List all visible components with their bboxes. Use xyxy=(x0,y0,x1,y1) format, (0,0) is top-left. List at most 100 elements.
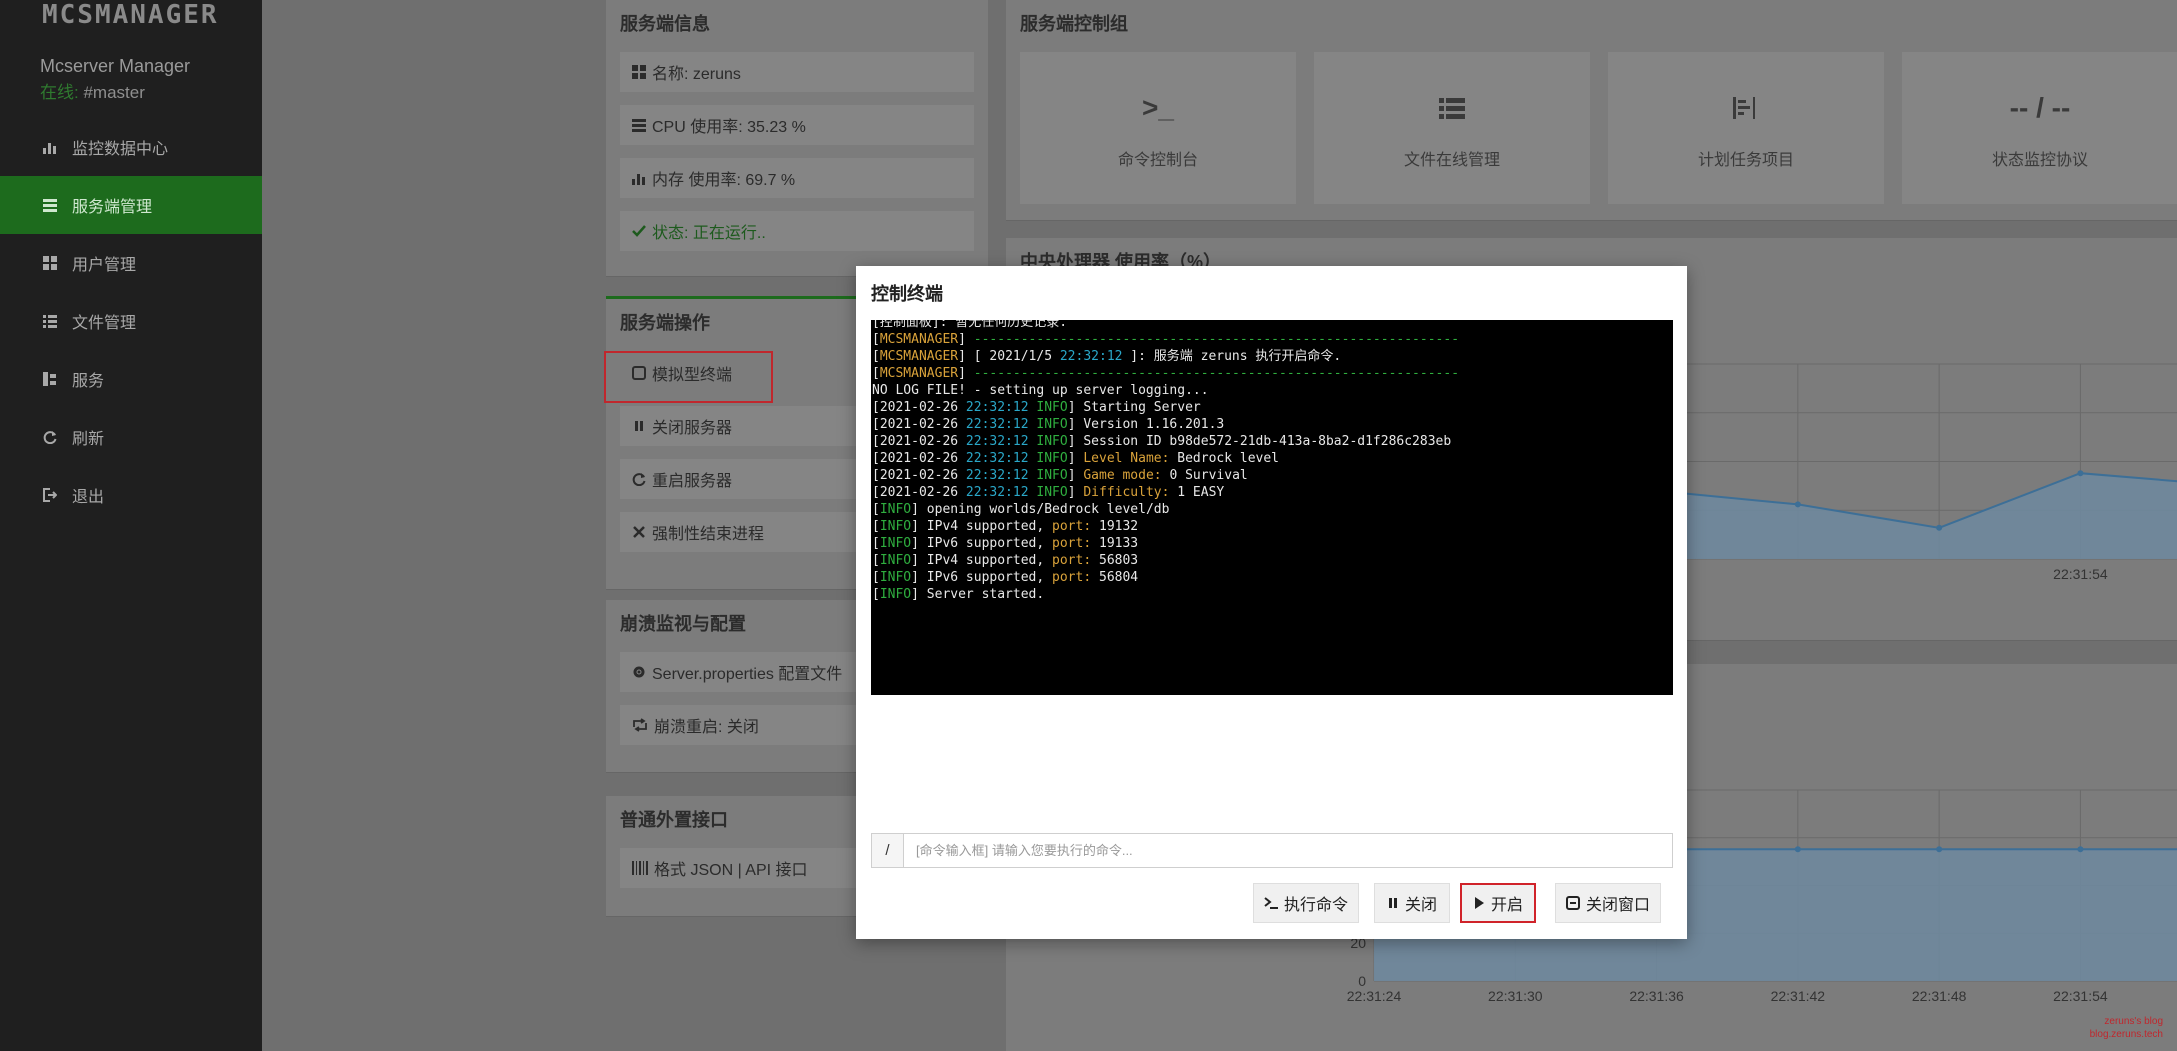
sidebar-item-users[interactable]: 用户管理 xyxy=(0,234,262,292)
sidebar-item-server-manage[interactable]: 服务端管理 xyxy=(0,176,262,234)
sidebar-item-logout[interactable]: 退出 xyxy=(0,466,262,524)
server-state: 状态: 正在运行.. xyxy=(652,225,766,242)
brand-name: Mcserver Manager xyxy=(40,56,191,76)
history-text: [控制面板]: 暂无任何历史记录. xyxy=(872,320,1068,330)
cpu-usage-row: CPU 使用率: 35.23 % xyxy=(620,105,974,145)
time: 22:32:12 xyxy=(965,417,1029,432)
key: Level Name: xyxy=(1083,451,1170,466)
online-value: #master xyxy=(83,83,145,102)
info: INFO xyxy=(1036,468,1068,483)
sidebar-item-services[interactable]: 服务 xyxy=(0,350,262,408)
sidebar-item-monitor[interactable]: 监控数据中心 xyxy=(0,118,262,176)
kill-process-label: 强制性结束进程 xyxy=(652,526,765,543)
command-bar: / xyxy=(871,833,1673,868)
y-tick-label: 0 xyxy=(1358,973,1366,989)
close-window-button[interactable]: 关闭窗口 xyxy=(1555,883,1661,923)
play-icon xyxy=(1473,896,1485,910)
time: 22:32:12 xyxy=(965,434,1029,449)
sidebar-item-label: 监控数据中心 xyxy=(72,141,169,158)
text: 1 EASY xyxy=(1169,485,1225,500)
stop-label: 关闭 xyxy=(1404,897,1437,914)
info: INFO xyxy=(1036,400,1068,415)
server-properties-label: Server.properties 配置文件 xyxy=(652,666,843,683)
exec-command-button[interactable]: 执行命令 xyxy=(1253,883,1359,923)
key: port: xyxy=(1052,536,1092,551)
terminal-line: [2021-02-26 22:32:12 INFO] Session ID b9… xyxy=(872,433,1672,450)
online-status: 在线: #master xyxy=(40,78,145,103)
grid-icon xyxy=(632,65,646,79)
text: ] Version 1.16.201.3 xyxy=(1067,417,1225,432)
key: port: xyxy=(1052,553,1092,568)
list-icon xyxy=(40,314,60,328)
control-group-title: 服务端控制组 xyxy=(1020,14,1128,34)
schedule-label: 计划任务项目 xyxy=(1697,152,1794,169)
server-name-row: 名称: zeruns xyxy=(620,52,974,92)
mcs-tag: MCSMANAGER xyxy=(879,349,959,364)
terminal-line: [INFO] Server started. xyxy=(872,587,1045,602)
text: ] Starting Server xyxy=(1067,400,1201,415)
info: INFO xyxy=(879,570,912,585)
x-tick-label: 22:31:42 xyxy=(1771,988,1826,1004)
terminal-icon xyxy=(1264,896,1278,910)
date: [2021-02-26 xyxy=(872,485,966,500)
terminal-output[interactable]: [控制面板]: 暂无任何历史记录. [MCSMANAGER] ---------… xyxy=(871,320,1673,695)
time: 22:32:12 xyxy=(1059,349,1123,364)
terminal-line: [INFO] IPv6 supported, port: 19133 xyxy=(872,536,1139,551)
text: ] opening worlds/Bedrock level/db xyxy=(911,502,1170,517)
info: INFO xyxy=(879,502,912,517)
key: Difficulty: xyxy=(1083,485,1170,500)
key: port: xyxy=(1052,519,1092,534)
info: INFO xyxy=(1036,485,1068,500)
data-point xyxy=(1936,846,1943,853)
command-input[interactable] xyxy=(904,834,1672,867)
text: ]: 服务端 zeruns 执行开启命令. xyxy=(1122,349,1342,364)
close-window-label: 关闭窗口 xyxy=(1585,897,1650,914)
stop-button[interactable]: 关闭 xyxy=(1374,883,1450,923)
file-manage-card[interactable]: 文件在线管理 xyxy=(1314,52,1590,204)
date: [2021-02-26 xyxy=(872,400,966,415)
terminal-line: [2021-02-26 22:32:12 INFO] Level Name: B… xyxy=(872,451,1280,466)
status-monitor-label: 状态监控协议 xyxy=(1991,152,2088,169)
modal-title: 控制终端 xyxy=(871,284,943,304)
time: 22:32:12 xyxy=(965,468,1029,483)
terminal-line: [MCSMANAGER] ---------------------------… xyxy=(872,332,1460,347)
sidebar: MCSMANAGER Mcserver Manager 在线: #master … xyxy=(0,0,262,1051)
mcs-tag: MCSMANAGER xyxy=(879,332,959,347)
sidebar-nav: 监控数据中心 服务端管理 用户管理 文件管理 服务 刷新 退出 xyxy=(0,118,262,524)
pause-icon xyxy=(1387,896,1399,910)
date: [2021-02-26 xyxy=(872,434,966,449)
crash-title: 崩溃监视与配置 xyxy=(620,614,746,634)
retweet-icon xyxy=(632,718,648,732)
schedule-card[interactable]: 计划任务项目 xyxy=(1608,52,1884,204)
data-point xyxy=(1936,524,1943,531)
key: port: xyxy=(1052,570,1092,585)
status-value: -- / -- xyxy=(2009,92,2071,123)
logout-icon xyxy=(40,488,60,502)
barcode-icon xyxy=(632,861,648,875)
sidebar-item-label: 文件管理 xyxy=(72,315,137,332)
app-logo: MCSMANAGER xyxy=(42,0,219,30)
key: Game mode: xyxy=(1083,468,1162,483)
terminal-line: [INFO] opening worlds/Bedrock level/db xyxy=(872,502,1170,517)
text: ] IPv4 supported, xyxy=(911,553,1053,568)
start-label: 开启 xyxy=(1490,897,1523,914)
mem-usage: 内存 使用率: 69.7 % xyxy=(652,172,796,189)
sidebar-item-label: 刷新 xyxy=(72,431,105,448)
x-tick-label: 22:31:54 xyxy=(2053,988,2108,1004)
sidebar-item-label: 退出 xyxy=(72,489,105,506)
time: 22:32:12 xyxy=(965,400,1029,415)
status-monitor-card[interactable]: -- / -- 状态监控协议 xyxy=(1902,52,2177,204)
mem-usage-row: 内存 使用率: 69.7 % xyxy=(620,158,974,198)
sidebar-item-files[interactable]: 文件管理 xyxy=(0,292,262,350)
sidebar-item-refresh[interactable]: 刷新 xyxy=(0,408,262,466)
control-group-panel: 服务端控制组 >_ 命令控制台 文件在线管理 计划任务项目 -- / -- 状态… xyxy=(1006,0,2177,220)
date: [2021-02-26 xyxy=(872,451,966,466)
terminal-line: [INFO] IPv4 supported, port: 56803 xyxy=(872,553,1139,568)
terminal-line: [MCSMANAGER] [ 2021/1/5 22:32:12 ]: 服务端 … xyxy=(872,349,1342,364)
data-point xyxy=(2077,846,2084,853)
tree-icon xyxy=(40,372,60,386)
start-button[interactable]: 开启 xyxy=(1460,883,1536,923)
terminal-line: [控制面板]: 暂无任何历史记录. xyxy=(872,320,1672,331)
text: ] IPv6 supported, xyxy=(911,570,1053,585)
command-console-card[interactable]: >_ 命令控制台 xyxy=(1020,52,1296,204)
